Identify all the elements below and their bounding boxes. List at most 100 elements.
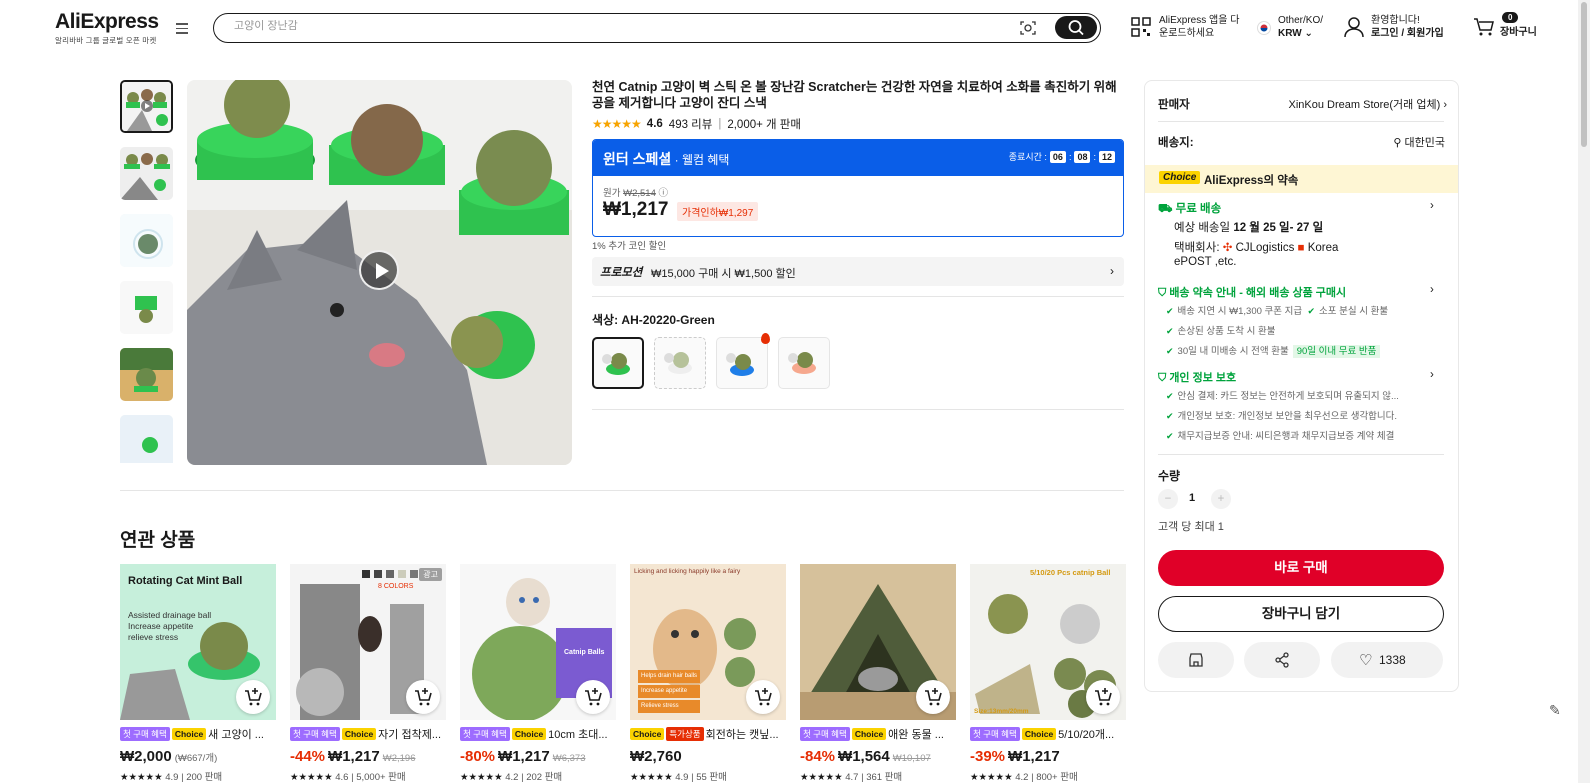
thumbnail[interactable] — [120, 147, 173, 200]
thumbnail[interactable] — [120, 281, 173, 334]
product-card[interactable]: 5/10/20 Pcs catnip Ball Size:13mm/20mm 첫… — [970, 564, 1126, 783]
add-to-cart-icon-button[interactable] — [406, 680, 440, 714]
cart-plus-icon — [585, 688, 602, 706]
buy-now-button[interactable]: 바로 구매 — [1158, 550, 1444, 586]
heart-icon: ♡ — [1359, 652, 1373, 669]
cart-plus-icon — [415, 688, 432, 706]
login-signup-link[interactable]: 로그인 / 회원가입 — [1371, 27, 1444, 40]
promo-title: 윈터 스페셜 · 웰컴 혜택 — [603, 151, 730, 167]
product-card-rating: ★★★★★ 4.9 | 55 판매 — [630, 772, 727, 783]
image-text: Helps drain hair balls Increase appetite… — [638, 670, 701, 713]
search-input[interactable] — [234, 20, 994, 32]
current-price: ₩1,217 — [603, 199, 669, 220]
account-menu[interactable]: 환영합니다! 로그인 / 회원가입 — [1344, 14, 1444, 40]
search-bar — [213, 13, 1101, 43]
divider — [120, 490, 1124, 491]
delivery-promise-title[interactable]: ⛉ 배송 약속 안내 - 해외 배송 상품 구매시 — [1158, 284, 1346, 300]
purchase-panel: 판매자 XinKou Dream Store(거래 업체) › 배송지: ⚲ 대… — [1144, 80, 1459, 692]
seller-link[interactable]: XinKou Dream Store(거래 업체) › — [1272, 96, 1447, 112]
image-search-icon[interactable] — [1020, 20, 1036, 36]
product-card[interactable]: Rotating Cat Mint Ball Assisted drainage… — [120, 564, 276, 783]
chevron-right-icon[interactable]: › — [1430, 200, 1434, 212]
hamburger-menu-icon[interactable] — [176, 23, 188, 35]
quantity-increment-button[interactable]: + — [1211, 489, 1231, 509]
add-to-cart-icon-button[interactable] — [916, 680, 950, 714]
image-caption: Size:13mm/20mm — [974, 708, 1029, 715]
color-swatch-blue[interactable] — [716, 333, 770, 389]
add-to-cart-button[interactable]: 장바구니 담기 — [1158, 596, 1444, 632]
product-card-rating: ★★★★★ 4.6 | 5,000+ 판매 — [290, 772, 406, 783]
thumbnail-image — [120, 214, 173, 267]
chevron-right-icon[interactable]: › — [1430, 369, 1434, 381]
wishlist-button[interactable]: ♡ 1338 — [1331, 642, 1443, 678]
ship-to-value[interactable]: ⚲ 대한민국 — [1345, 134, 1445, 150]
cart-plus-icon — [245, 688, 262, 706]
product-card-image — [800, 564, 956, 720]
quantity-decrement-button[interactable]: − — [1158, 489, 1178, 509]
promo-header: 윈터 스페셜 · 웰컴 혜택 종료시간 : 06: 08: 12 — [593, 140, 1123, 176]
product-card-rating: ★★★★★ 4.2 | 202 판매 — [460, 772, 563, 783]
product-card[interactable]: Catnip Balls 첫 구매 혜택 Choice 10cm 초대... -80… — [460, 564, 616, 783]
add-to-cart-icon-button[interactable] — [1086, 680, 1120, 714]
color-swatch-pink[interactable] — [778, 337, 830, 389]
product-card-price: -80% ₩1,217 ₩6,373 — [460, 748, 586, 765]
scrollbar-thumb[interactable] — [1581, 2, 1587, 147]
free-shipping[interactable]: ⛟ 무료 배송 — [1158, 200, 1221, 217]
review-count[interactable]: 493 리뷰 — [669, 116, 713, 132]
thumbnail-image — [120, 281, 173, 334]
seller-label: 판매자 — [1158, 99, 1190, 111]
carrier-info-more: ePOST ,etc. — [1174, 256, 1237, 268]
original-price: 원가 ₩2,514 ⓘ — [603, 188, 669, 199]
page-scrollbar[interactable] — [1578, 0, 1590, 783]
privacy-item: ✔ 개인정보 보호: 개인정보 보안을 최우선으로 생각합니다. — [1166, 411, 1398, 422]
divider — [592, 296, 1124, 297]
privacy-title[interactable]: ⛉ 개인 정보 보호 — [1158, 369, 1236, 385]
price-drop-badge: 가격인하₩1,297 — [677, 202, 759, 221]
search-button[interactable] — [1055, 16, 1097, 39]
product-card[interactable]: 8 COLORS 광고 첫 구매 혜택 Choice 자기 접착제... -44% ₩… — [290, 564, 446, 783]
region-line2: KRW ⌄ — [1278, 28, 1313, 39]
product-card[interactable]: 첫 구매 혜택 Choice 애완 동물 ... -84% ₩1,564 ₩10,107… — [800, 564, 956, 783]
chevron-right-icon[interactable]: › — [1430, 284, 1434, 296]
sold-count: 2,000+ 개 판매 — [727, 119, 801, 131]
edit-pencil-icon[interactable]: ✎ — [1549, 702, 1561, 719]
aliexpress-logo[interactable]: AliExpress 알리바바 그룹 글로벌 오픈 마켓 — [55, 10, 159, 46]
quantity-value[interactable]: 1 — [1189, 492, 1195, 504]
app-download[interactable]: AliExpress 앱을 다 운로드하세요 — [1131, 14, 1239, 40]
promise-item: ✔ 배송 지연 시 ₩1,300 쿠폰 지급 ✔ 소포 분실 시 환불 — [1166, 306, 1389, 317]
thumbnail-image — [120, 348, 173, 401]
region-selector[interactable]: Other/KO/ KRW ⌄ — [1257, 14, 1323, 40]
color-swatch-white[interactable] — [654, 337, 706, 389]
related-products-title: 연관 상품 — [120, 530, 196, 551]
play-video-button[interactable] — [359, 250, 399, 290]
thumbnail-list[interactable] — [120, 80, 173, 463]
promotion-row[interactable]: 프로모션 ₩15,000 구매 시 ₩1,500 할인 › — [592, 257, 1124, 286]
add-to-cart-icon-button[interactable] — [236, 680, 270, 714]
countdown-timer: 종료시간 : 06: 08: 12 — [1009, 150, 1115, 163]
thumbnail[interactable] — [120, 415, 173, 463]
choice-promise-text: AliExpress의 약속 — [1204, 175, 1299, 187]
header: AliExpress 알리바바 그룹 글로벌 오픈 마켓 AliExpress … — [0, 0, 1590, 58]
add-to-cart-icon-button[interactable] — [746, 680, 780, 714]
share-button[interactable] — [1244, 642, 1320, 678]
product-card-image: Catnip Balls — [460, 564, 616, 720]
thumbnail[interactable] — [120, 214, 173, 267]
ship-to-label: 배송지: — [1158, 137, 1194, 149]
privacy-item: ✔ 안심 결제: 카드 정보는 안전하게 보호되며 유출되지 않... — [1166, 391, 1399, 402]
estimated-delivery: 예상 배송일 12 월 25 일- 27 일 — [1174, 222, 1324, 234]
divider — [592, 409, 1124, 410]
store-icon — [1189, 653, 1203, 667]
divider: | — [718, 118, 722, 130]
product-card-price: -44% ₩1,217 ₩2,196 — [290, 748, 416, 765]
product-card[interactable]: Licking and licking happily like a fairy… — [630, 564, 786, 783]
info-icon[interactable]: ⓘ — [659, 188, 669, 199]
add-to-cart-icon-button[interactable] — [576, 680, 610, 714]
location-pin-icon: ⚲ — [1393, 137, 1402, 149]
store-button[interactable] — [1158, 642, 1234, 678]
color-swatch-green[interactable] — [592, 337, 644, 389]
thumbnail[interactable] — [120, 348, 173, 401]
logo-text: AliExpress — [55, 10, 159, 33]
main-product-image[interactable] — [187, 80, 572, 465]
thumbnail[interactable] — [120, 80, 173, 133]
cart-plus-icon — [755, 688, 772, 706]
